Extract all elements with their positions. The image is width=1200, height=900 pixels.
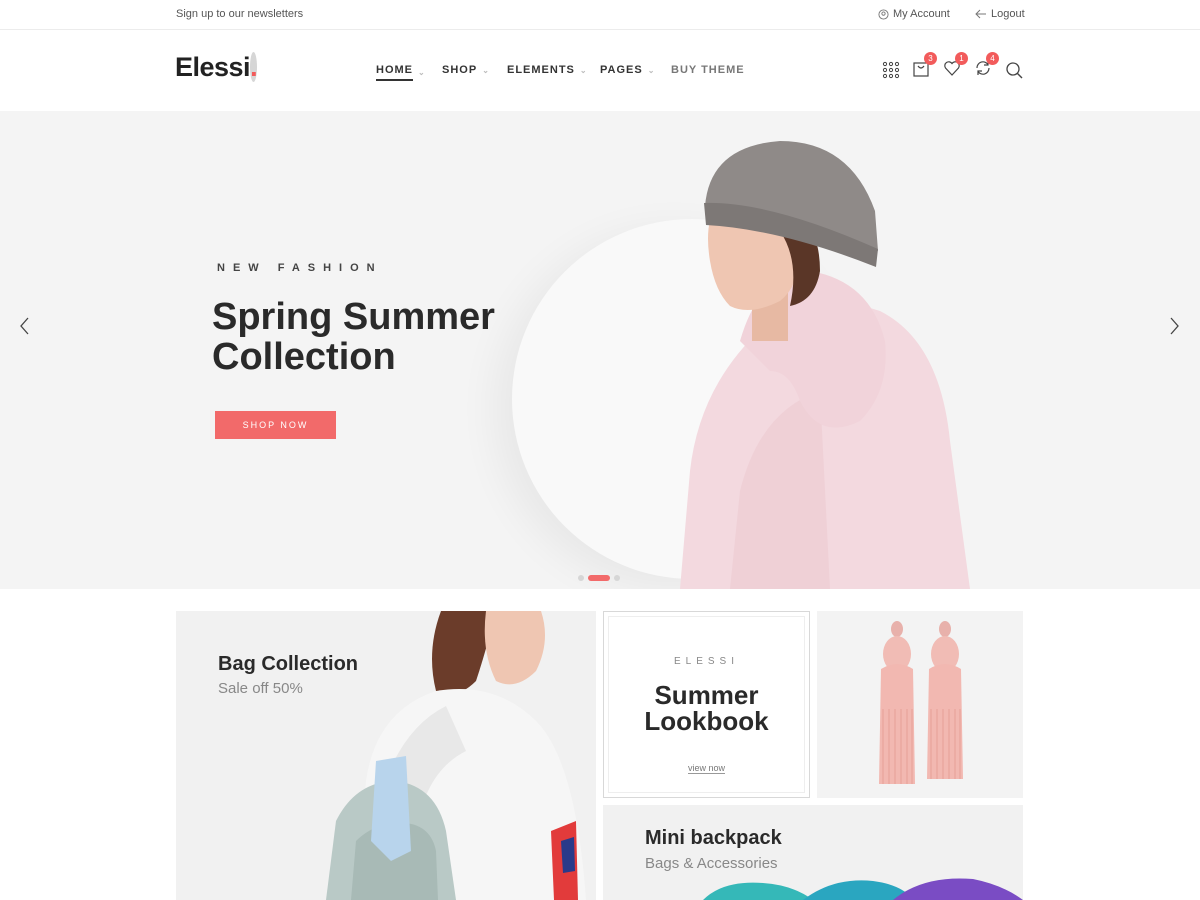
cart-count-badge: 3	[924, 52, 937, 65]
nav-home-label: HOME	[376, 64, 413, 81]
hero-title: Spring Summer Collection	[212, 296, 495, 378]
user-icon	[878, 8, 889, 20]
lookbook-link-label: view now	[687, 763, 725, 774]
mini-backpack-subtitle: Bags & Accessories	[645, 855, 778, 872]
backpack-products-image	[703, 878, 1023, 900]
slider-dot-1[interactable]	[578, 575, 584, 581]
earrings-banner[interactable]	[817, 611, 1023, 798]
summer-lookbook-banner[interactable]: ELESSI Summer Lookbook view now	[603, 611, 810, 798]
search-icon[interactable]	[1003, 59, 1025, 81]
nav-shop[interactable]: SHOP ⌄	[442, 64, 490, 76]
mini-backpack-banner[interactable]: Mini backpack Bags & Accessories	[603, 805, 1023, 900]
logout-label: Logout	[991, 8, 1025, 20]
nav-shop-label: SHOP	[442, 64, 478, 76]
my-account-link[interactable]: My Account	[878, 8, 950, 20]
chevron-down-icon: ⌄	[482, 65, 490, 75]
nav-elements-label: ELEMENTS	[507, 64, 575, 76]
nav-pages-label: PAGES	[600, 64, 643, 76]
nav-pages[interactable]: PAGES ⌄	[600, 64, 655, 76]
chevron-down-icon: ⌄	[647, 65, 656, 75]
nav-home[interactable]: HOME ⌄	[376, 64, 426, 81]
logo-text: Elessi	[175, 52, 251, 82]
bag-collection-banner[interactable]: Bag Collection Sale off 50%	[176, 611, 596, 900]
lookbook-eyebrow: ELESSI	[673, 656, 740, 667]
cart-button[interactable]: 3	[910, 52, 937, 81]
shop-now-button[interactable]: SHOP NOW	[215, 411, 336, 439]
wishlist-count-badge: 1	[955, 52, 968, 65]
hero-eyebrow: NEW FASHION	[217, 262, 383, 274]
compare-button[interactable]: 4	[972, 52, 999, 81]
logout-icon	[975, 9, 987, 19]
bag-collection-title: Bag Collection	[218, 653, 359, 675]
nav-elements[interactable]: ELEMENTS ⌄	[507, 64, 588, 76]
logout-link[interactable]: Logout	[975, 8, 1025, 20]
lookbook-title: Summer Lookbook	[644, 680, 769, 736]
hero-slider: NEW FASHION Spring Summer Collection SHO…	[0, 111, 1200, 589]
site-header: Elessi. HOME ⌄ SHOP ⌄ ELEMENTS ⌄ PAGES ⌄ BUY…	[0, 30, 1200, 111]
chevron-down-icon: ⌄	[418, 68, 426, 77]
earrings-image	[879, 621, 963, 784]
chevron-down-icon: ⌄	[579, 65, 588, 75]
slider-prev-arrow-icon[interactable]	[18, 316, 32, 341]
lookbook-view-now-link[interactable]: view now	[604, 763, 809, 774]
mini-backpack-title: Mini backpack	[645, 827, 782, 849]
slider-dot-3[interactable]	[614, 575, 620, 581]
bag-collection-subtitle: Sale off 50%	[218, 680, 303, 697]
slider-dot-2[interactable]	[588, 575, 610, 581]
top-bar: Sign up to our newsletters My Account Lo…	[0, 0, 1200, 30]
nav-buy-theme[interactable]: BUY THEME	[671, 64, 761, 76]
hero-model-image	[680, 141, 970, 589]
nav-buy-theme-label: BUY THEME	[671, 64, 745, 76]
compare-count-badge: 4	[986, 52, 999, 65]
newsletter-link[interactable]: Sign up to our newsletters	[176, 8, 303, 20]
grid-icon[interactable]	[880, 59, 902, 81]
logo[interactable]: Elessi.	[175, 52, 258, 83]
slider-dots	[578, 575, 620, 581]
wishlist-button[interactable]: 1	[941, 52, 968, 81]
slider-next-arrow-icon[interactable]	[1167, 316, 1181, 341]
logo-dot: .	[250, 52, 258, 82]
my-account-label: My Account	[893, 8, 950, 20]
